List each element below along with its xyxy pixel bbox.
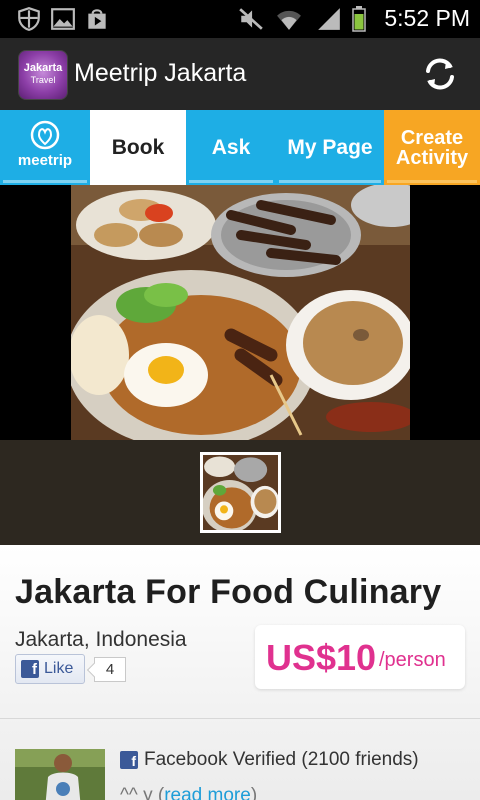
host-avatar[interactable] (15, 749, 105, 800)
price-value: US$10 (266, 637, 377, 678)
tab-ask[interactable]: Ask (186, 110, 276, 185)
signal-icon (318, 8, 340, 30)
photo-gallery[interactable] (0, 185, 480, 440)
play-store-icon (88, 9, 106, 29)
app-icon-text-line1: Jakarta (23, 62, 63, 74)
tab-underline (387, 180, 477, 183)
read-more-link[interactable]: read more (164, 785, 251, 800)
tab-book[interactable]: Book (90, 110, 186, 185)
status-bar: 5:52 PM (0, 0, 480, 38)
activity-location: Jakarta, Indonesia (15, 628, 187, 651)
tab-create-label-line2: Activity (395, 146, 469, 169)
thumbnail-image (203, 455, 278, 530)
mute-icon (239, 8, 263, 30)
facebook-icon: f (120, 751, 138, 769)
host-description-prefix: ^^ y ( (120, 785, 165, 800)
app-icon-text-line2: Travel (30, 75, 56, 85)
divider (0, 718, 480, 719)
like-count: 4 (94, 657, 126, 682)
tab-underline (189, 180, 273, 183)
status-time: 5:52 PM (384, 5, 470, 31)
facebook-verified-text: Facebook Verified (2100 friends) (144, 749, 419, 770)
price-box: US$10 /person (255, 625, 465, 689)
like-label: Like (44, 660, 74, 677)
facebook-like-button[interactable]: f Like (15, 654, 85, 684)
host-avatar-image (15, 749, 105, 800)
tab-bar: meetrip Book Ask My Page Create Activity (0, 110, 480, 185)
wifi-icon (277, 10, 301, 30)
facebook-icon: f (21, 660, 39, 678)
battery-icon (352, 6, 366, 32)
meetrip-logo-icon (30, 120, 60, 150)
tab-my-page-label: My Page (287, 135, 373, 159)
tab-meetrip-logo[interactable]: meetrip (0, 110, 90, 185)
tab-create-label-line1: Create (400, 126, 464, 149)
app-icon[interactable]: Jakarta Travel (18, 50, 68, 100)
facebook-verified: f Facebook Verified (2100 friends) (120, 749, 419, 771)
tab-underline (279, 180, 381, 183)
host-description-suffix: ) (250, 785, 258, 800)
action-bar: Jakarta Travel Meetrip Jakarta (0, 38, 480, 110)
tab-book-label: Book (111, 135, 165, 159)
activity-title: Jakarta For Food Culinary (15, 573, 442, 611)
thumbnail-strip (0, 440, 480, 545)
photo-thumbnail[interactable] (200, 452, 281, 533)
meetrip-logo-text: meetrip (17, 152, 73, 169)
tab-underline (3, 180, 87, 183)
refresh-icon[interactable] (420, 54, 460, 94)
shield-icon (18, 7, 40, 31)
tab-ask-label: Ask (211, 135, 251, 159)
food-photo[interactable] (71, 185, 410, 440)
tab-create-activity[interactable]: Create Activity (384, 110, 480, 185)
tab-my-page[interactable]: My Page (276, 110, 384, 185)
activity-details: Jakarta For Food Culinary Jakarta, Indon… (0, 545, 480, 800)
image-icon (51, 8, 75, 30)
price-unit: /person (379, 649, 446, 671)
app-title: Meetrip Jakarta (74, 59, 247, 87)
host-description: ^^ y (read more) (120, 785, 257, 800)
